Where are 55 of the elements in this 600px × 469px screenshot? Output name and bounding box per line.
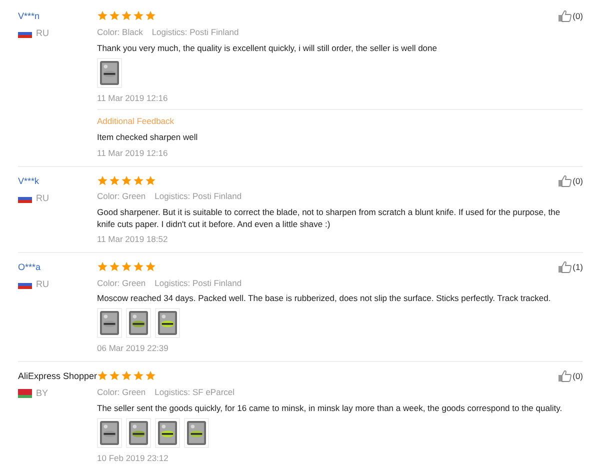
thumbs-up-icon <box>558 370 572 382</box>
helpful-button[interactable]: (1) <box>558 260 583 274</box>
review-date: 06 Mar 2019 22:39 <box>97 342 170 355</box>
star-icon <box>145 10 156 21</box>
review-text: The seller sent the goods quickly, for 16 came to minsk, in minsk lay more than a week, the goods correspond to the quality. <box>97 402 564 414</box>
star-icon <box>133 174 144 186</box>
star-icon <box>121 260 132 272</box>
helpful-button[interactable]: (0) <box>558 174 583 188</box>
reviewer-name[interactable]: V***n <box>18 10 97 22</box>
reviewer-name: AliExpress Shopper <box>18 370 97 382</box>
feedback-text: Item checked sharpen well <box>97 131 199 144</box>
country-code: RU <box>36 192 49 204</box>
review-text: Good sharpener. But it is suitable to correct the blade, not to sharpen from scratch a blunt knife. If used for the purpose, the knife cuts paper. I didn't cut it before. And even a little shave :) <box>97 206 562 230</box>
star-icon <box>109 260 120 272</box>
additional-feedback-title: Additional Feedback <box>97 115 176 128</box>
helpful-button[interactable]: (0) <box>558 370 583 383</box>
review-text: Moscow reached 34 days. Packed well. The base is rubberized, does not slip the surface. Sticks perfectly. Track tracked. <box>97 292 552 304</box>
star-icon <box>109 10 120 21</box>
color-option: Color: Black <box>97 26 143 38</box>
star-icon <box>133 370 144 381</box>
star-icon <box>97 260 108 272</box>
star-icon <box>145 370 156 381</box>
logistics-info: Logistics: Posti Finland <box>154 190 242 203</box>
color-option: Color: Green <box>97 276 146 290</box>
thumbs-up-icon <box>558 10 572 22</box>
color-option: Color: Green <box>97 386 146 398</box>
star-icon <box>133 260 144 272</box>
star-icon <box>121 370 132 381</box>
star-icon <box>145 260 156 272</box>
star-icon <box>121 10 132 21</box>
logistics-info: Logistics: Posti Finland <box>152 26 239 38</box>
country-code: RU <box>36 27 49 40</box>
star-icon <box>121 174 132 186</box>
star-icon <box>97 370 108 381</box>
color-option: Color: Green <box>97 190 146 203</box>
star-icon <box>145 174 156 186</box>
star-icon <box>109 370 120 381</box>
review-date: 11 Mar 2019 12:16 <box>97 92 169 104</box>
thumbs-up-icon <box>558 174 572 187</box>
star-icon <box>133 10 144 21</box>
thumbs-up-icon <box>558 261 572 274</box>
logistics-info: Logistics: SF eParcel <box>154 386 235 398</box>
star-icon <box>97 10 108 21</box>
reviewer-name[interactable]: V***k <box>18 174 97 186</box>
star-icon <box>97 174 108 186</box>
star-icon <box>109 174 120 186</box>
feedback-date: 11 Mar 2019 12:16 <box>97 146 169 160</box>
country-code: BY <box>36 387 48 400</box>
review-date: 11 Mar 2019 18:52 <box>97 233 169 246</box>
review-date: 10 Feb 2019 23:12 <box>97 452 170 464</box>
review-text: Thank you very much, the quality is excellent quickly, i will still order, the seller is well done <box>97 42 438 54</box>
logistics-info: Logistics: Posti Finland <box>154 276 242 290</box>
country-code: RU <box>36 278 49 291</box>
reviewer-name[interactable]: O***a <box>18 260 97 273</box>
helpful-button[interactable]: (0) <box>558 10 583 23</box>
